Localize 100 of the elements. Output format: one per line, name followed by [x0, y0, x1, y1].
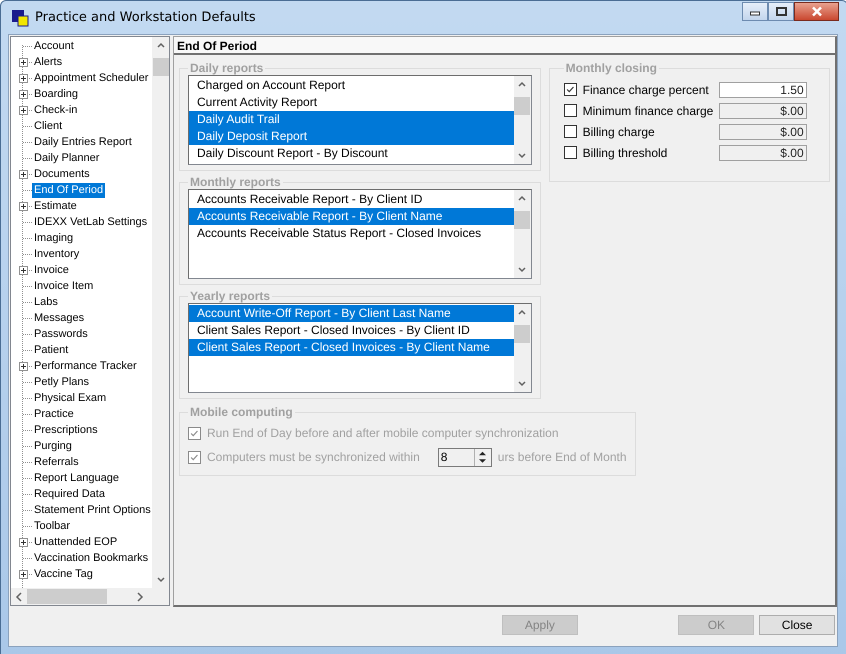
- scroll-thumb[interactable]: [514, 97, 530, 115]
- scroll-thumb[interactable]: [152, 58, 168, 76]
- scroll-up-icon[interactable]: [517, 80, 528, 89]
- scrollbar[interactable]: [152, 37, 169, 588]
- maximize-icon: [776, 7, 786, 16]
- list-item[interactable]: Daily Discount Report - By Discount: [189, 145, 514, 162]
- group-title: Monthly closing: [564, 61, 658, 75]
- tree-item[interactable]: Labs: [32, 294, 60, 310]
- report-list[interactable]: Accounts Receivable Report - By Client ID Accounts Receivable Report - By Client Name Accounts Receivable Status Report - Closed Invoices: [188, 189, 532, 279]
- scroll-down-icon[interactable]: [156, 575, 166, 584]
- scroll-up-icon[interactable]: [517, 194, 528, 203]
- list-item[interactable]: Accounts Receivable Status Report - Closed Invoices: [189, 225, 514, 242]
- group-title: Yearly reports: [189, 289, 272, 303]
- tree-item[interactable]: Physical Exam: [32, 390, 108, 406]
- tree-item[interactable]: Practice: [32, 406, 76, 422]
- tree-item[interactable]: Patient: [32, 342, 70, 358]
- tree-item[interactable]: End Of Period: [32, 182, 106, 198]
- tree-item[interactable]: Vaccination Bookmarks: [32, 550, 150, 566]
- tree-item[interactable]: Invoice Item: [32, 278, 96, 294]
- plus-icon[interactable]: [18, 106, 28, 114]
- list-item[interactable]: Daily Deposit Report: [189, 128, 514, 145]
- scrollbar[interactable]: [514, 304, 531, 392]
- scroll-left-icon[interactable]: [15, 592, 23, 602]
- scroll-thumb[interactable]: [27, 589, 107, 604]
- tree-item[interactable]: Purging: [32, 438, 74, 454]
- amount-field[interactable]: 1.50: [718, 82, 807, 98]
- tree-item[interactable]: Appointment Scheduler: [32, 70, 150, 86]
- scroll-right-icon[interactable]: [136, 592, 144, 602]
- plus-icon[interactable]: [18, 202, 28, 210]
- checkbox-label: Finance charge percent: [582, 82, 710, 96]
- tree-item[interactable]: Inventory: [32, 246, 82, 262]
- tree-item[interactable]: Statement Print Options: [32, 502, 152, 518]
- plus-icon[interactable]: [18, 362, 28, 370]
- group-title: Monthly reports: [189, 175, 282, 189]
- list-item[interactable]: Charged on Account Report: [189, 77, 514, 94]
- tree-item[interactable]: Boarding: [32, 86, 80, 102]
- scrollbar[interactable]: [514, 190, 531, 278]
- tree-item[interactable]: Check-in: [32, 102, 80, 118]
- group-title: Mobile computing: [189, 405, 294, 419]
- plus-icon[interactable]: [18, 90, 28, 98]
- plus-icon[interactable]: [18, 170, 28, 178]
- tree-item[interactable]: Daily Planner: [32, 150, 102, 166]
- scroll-thumb[interactable]: [514, 325, 530, 343]
- checkmark-icon: [564, 84, 576, 95]
- scrollbar[interactable]: [514, 76, 531, 164]
- plus-icon[interactable]: [18, 74, 28, 82]
- tree-item[interactable]: Documents: [32, 166, 92, 182]
- tree-item[interactable]: Required Data: [32, 486, 107, 502]
- plus-icon[interactable]: [18, 266, 28, 274]
- dialog-button[interactable]: Close: [759, 614, 836, 634]
- list-item[interactable]: Current Activity Report: [189, 94, 514, 111]
- tree-item[interactable]: Performance Tracker: [32, 358, 139, 374]
- list-item[interactable]: Account Write-Off Report - By Client Last Name: [189, 305, 514, 322]
- tree-item[interactable]: Prescriptions: [32, 422, 100, 438]
- tree-item[interactable]: IDEXX VetLab Settings: [32, 214, 150, 230]
- tree-item[interactable]: Daily Entries Report: [32, 134, 134, 150]
- tree-item[interactable]: Toolbar: [32, 518, 72, 534]
- scroll-up-icon[interactable]: [517, 308, 528, 317]
- plus-icon[interactable]: [18, 538, 28, 546]
- plus-icon[interactable]: [18, 570, 28, 578]
- tree-item[interactable]: Unattended EOP: [32, 534, 120, 550]
- close-icon: [810, 6, 822, 17]
- tree-item[interactable]: Messages: [32, 310, 86, 326]
- amount-field[interactable]: $.00: [718, 124, 807, 140]
- report-list[interactable]: Charged on Account Report Current Activity Report Daily Audit Trail Daily Deposit Report Daily Discount Report - By Discount: [188, 75, 532, 165]
- tree-item[interactable]: Referrals: [32, 454, 81, 470]
- tree-item[interactable]: Estimate: [32, 198, 79, 214]
- list-item[interactable]: Accounts Receivable Report - By Client Name: [189, 208, 514, 225]
- tree-item[interactable]: Imaging: [32, 230, 76, 246]
- tree-item[interactable]: Alerts: [32, 54, 64, 70]
- checkbox-label: Run End of Day before and after mobile computer synchronization: [207, 426, 559, 440]
- tree-item[interactable]: Report Language: [32, 470, 122, 486]
- list-item[interactable]: Daily Audit Trail: [189, 111, 514, 128]
- horizontal-scrollbar[interactable]: [11, 588, 169, 605]
- tree-item[interactable]: Invoice: [32, 262, 71, 278]
- amount-field[interactable]: $.00: [718, 102, 807, 118]
- tree-item[interactable]: Petly Plans: [32, 374, 92, 390]
- amount-field[interactable]: $.00: [718, 144, 807, 160]
- scroll-thumb[interactable]: [514, 211, 530, 229]
- tree-item[interactable]: Account: [32, 38, 76, 54]
- report-list[interactable]: Account Write-Off Report - By Client Last Name Client Sales Report - Closed Invoices - By Client ID Client Sales Report - Closed Invoices - By Client Name: [188, 303, 532, 393]
- maximize-button[interactable]: [768, 2, 794, 21]
- scroll-down-icon[interactable]: [517, 265, 528, 274]
- checkbox[interactable]: [564, 104, 577, 117]
- list-item[interactable]: Client Sales Report - Closed Invoices - By Client Name: [189, 339, 514, 356]
- list-item[interactable]: Accounts Receivable Report - By Client ID: [189, 191, 514, 208]
- plus-icon[interactable]: [18, 58, 28, 66]
- checkbox[interactable]: [564, 146, 577, 159]
- tree-item[interactable]: Client: [32, 118, 64, 134]
- minimize-button[interactable]: [742, 2, 768, 21]
- tree-item[interactable]: Vaccine Tag: [32, 566, 95, 582]
- scroll-down-icon[interactable]: [517, 379, 528, 388]
- checkbox-label: Billing charge: [582, 124, 656, 138]
- close-button[interactable]: [794, 2, 839, 21]
- list-item[interactable]: Client Sales Report - Closed Invoices - By Client ID: [189, 322, 514, 339]
- checkbox[interactable]: [564, 83, 577, 96]
- scroll-up-icon[interactable]: [156, 41, 166, 50]
- checkbox[interactable]: [564, 125, 577, 138]
- tree-item[interactable]: Passwords: [32, 326, 90, 342]
- scroll-down-icon[interactable]: [517, 151, 528, 160]
